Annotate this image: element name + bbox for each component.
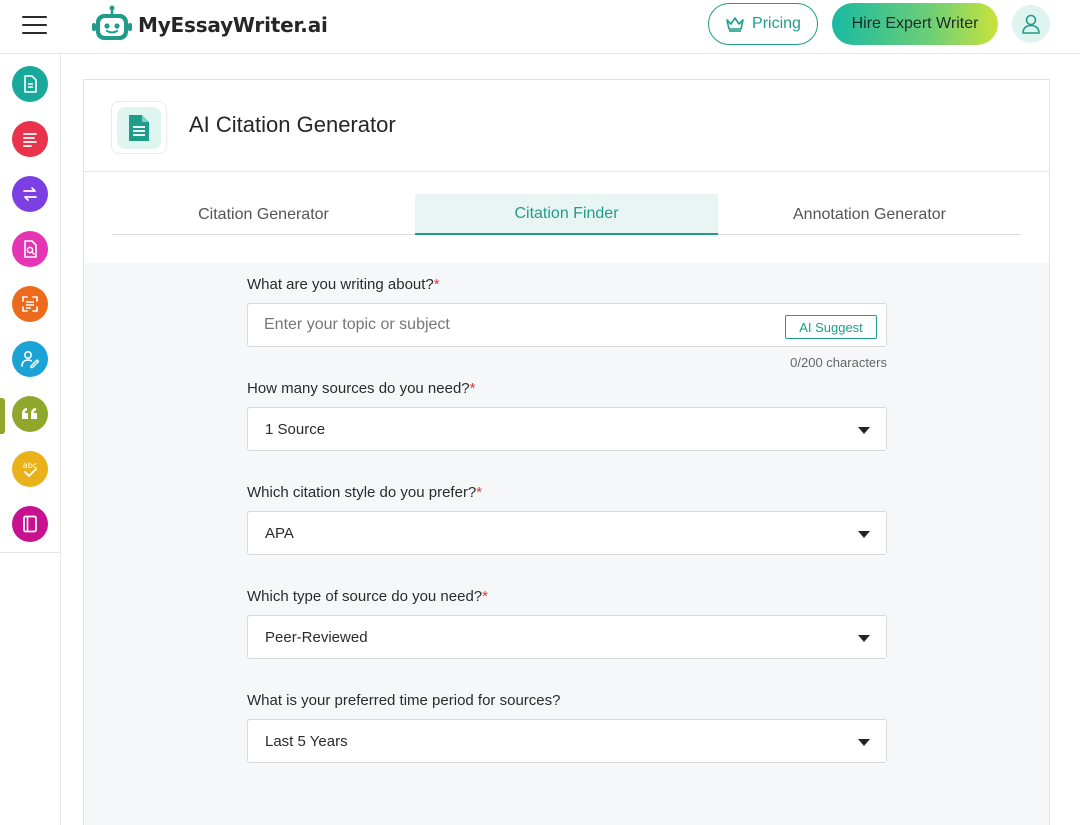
sources-label: How many sources do you need?* xyxy=(247,380,476,397)
quote-icon xyxy=(22,408,37,419)
user-icon xyxy=(1022,14,1040,34)
topic-label: What are you writing about?* xyxy=(247,276,440,293)
scan-text-icon xyxy=(22,296,38,312)
required-mark: * xyxy=(433,276,440,293)
chevron-down-icon xyxy=(858,427,870,434)
sidebar-item-essay-writer[interactable] xyxy=(12,66,48,102)
logo[interactable]: MyEssayWriter.ai xyxy=(92,5,328,45)
citation-style-select[interactable]: APA xyxy=(247,511,887,555)
document-icon xyxy=(24,75,37,93)
tab-citation-finder[interactable]: Citation Finder xyxy=(415,194,718,235)
page-title: AI Citation Generator xyxy=(189,112,396,137)
tab-annotation-generator[interactable]: Annotation Generator xyxy=(718,194,1021,235)
sidebar-item-citation-generator[interactable] xyxy=(12,396,48,432)
chevron-down-icon xyxy=(858,635,870,642)
pricing-button[interactable]: Pricing xyxy=(708,3,818,45)
robot-logo-icon xyxy=(92,5,132,40)
source-type-select[interactable]: Peer-Reviewed xyxy=(247,615,887,659)
source-type-value: Peer-Reviewed xyxy=(265,629,368,646)
required-mark: * xyxy=(482,588,488,605)
sidebar-item-paraphraser[interactable] xyxy=(12,176,48,212)
logo-text: MyEssayWriter.ai xyxy=(138,13,328,37)
sidebar-divider xyxy=(0,552,61,553)
document-search-icon xyxy=(24,240,37,258)
tool-tabs: Citation Generator Citation Finder Annot… xyxy=(112,194,1021,235)
text-lines-icon xyxy=(23,133,37,147)
tool-card: AI Citation Generator Citation Generator… xyxy=(83,79,1050,825)
citation-style-value: APA xyxy=(265,525,294,542)
sidebar-item-plagiarism-checker[interactable] xyxy=(12,231,48,267)
top-bar: MyEssayWriter.ai Pricing Hire Expert Wri… xyxy=(0,0,1080,54)
sidebar-item-ai-detector[interactable] xyxy=(12,286,48,322)
sidebar-item-grammar-checker[interactable]: abc xyxy=(12,451,48,487)
crown-icon xyxy=(726,17,744,32)
time-period-select[interactable]: Last 5 Years xyxy=(247,719,887,763)
ai-suggest-button[interactable]: AI Suggest xyxy=(785,315,877,339)
user-account-button[interactable] xyxy=(1012,5,1050,43)
user-edit-icon xyxy=(21,350,40,369)
time-period-label: What is your preferred time period for s… xyxy=(247,692,561,709)
character-count: 0/200 characters xyxy=(790,355,887,370)
notebook-icon xyxy=(23,515,37,533)
pricing-label: Pricing xyxy=(752,15,801,32)
required-mark: * xyxy=(476,484,483,501)
citation-finder-form: What are you writing about?* AI Suggest … xyxy=(84,263,1049,825)
hire-expert-writer-button[interactable]: Hire Expert Writer xyxy=(832,3,998,45)
tool-header: AI Citation Generator xyxy=(84,80,1049,172)
paraphrase-icon xyxy=(23,187,37,201)
hamburger-menu-icon[interactable] xyxy=(22,15,47,35)
topic-field: AI Suggest xyxy=(247,303,887,347)
time-period-value: Last 5 Years xyxy=(265,733,348,750)
chevron-down-icon xyxy=(858,739,870,746)
sidebar-item-humanizer[interactable] xyxy=(12,341,48,377)
sidebar-item-notebook[interactable] xyxy=(12,506,48,542)
sources-value: 1 Source xyxy=(265,421,326,438)
sidebar-item-text-tool[interactable] xyxy=(12,121,48,157)
chevron-down-icon xyxy=(858,531,870,538)
sidebar: abc xyxy=(0,54,61,825)
spell-check-icon: abc xyxy=(23,461,37,477)
svg-text:abc: abc xyxy=(23,461,37,470)
document-icon xyxy=(129,114,149,141)
source-type-label: Which type of source do you need?* xyxy=(247,588,488,605)
citation-style-label: Which citation style do you prefer?* xyxy=(247,484,483,501)
topic-input[interactable] xyxy=(248,304,768,346)
tab-citation-generator[interactable]: Citation Generator xyxy=(112,194,415,235)
tool-badge xyxy=(111,101,167,154)
required-mark: * xyxy=(469,380,476,397)
sidebar-active-indicator xyxy=(0,398,5,434)
hire-label: Hire Expert Writer xyxy=(851,15,979,32)
sources-select[interactable]: 1 Source xyxy=(247,407,887,451)
